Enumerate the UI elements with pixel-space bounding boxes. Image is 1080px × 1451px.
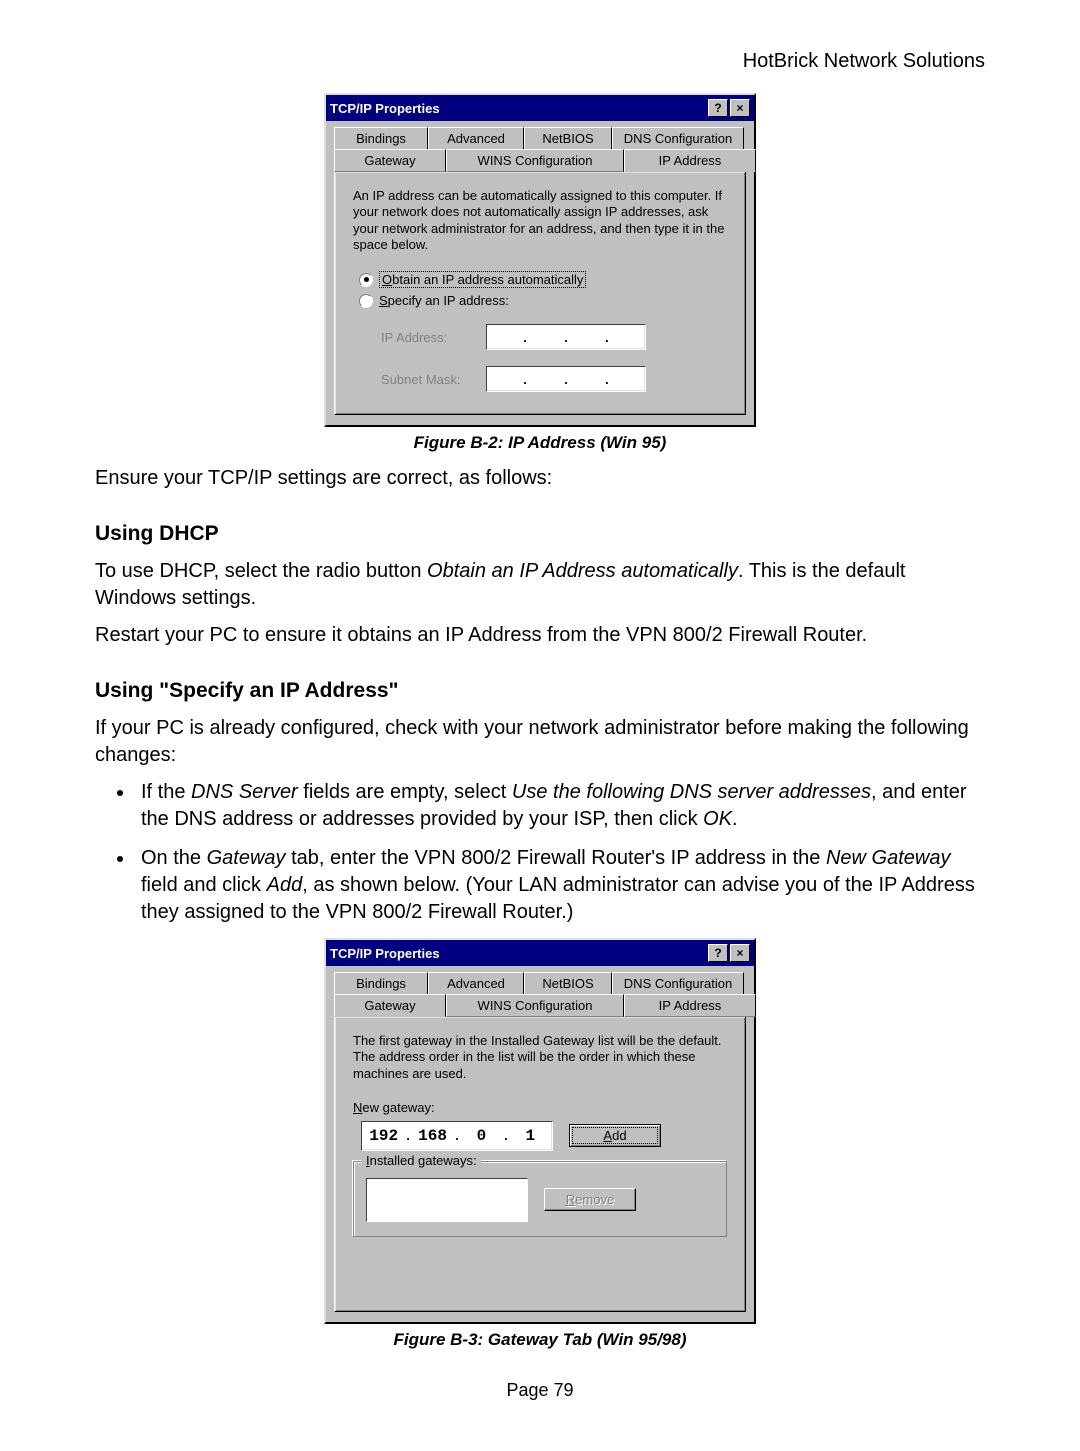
heading-dhcp: Using DHCP: [95, 522, 985, 546]
panel-description: The first gateway in the Installed Gatew…: [353, 1033, 727, 1082]
body-text: If your PC is already configured, check …: [95, 715, 985, 769]
installed-gateways-group: Installed gateways: Remove: [353, 1161, 727, 1237]
tab-advanced[interactable]: Advanced: [428, 127, 524, 150]
add-button[interactable]: Add: [569, 1124, 661, 1147]
close-icon[interactable]: ×: [730, 944, 750, 962]
tab-netbios[interactable]: NetBIOS: [524, 972, 612, 995]
figure-caption: Figure B-2: IP Address (Win 95): [95, 433, 985, 453]
list-item: If the DNS Server fields are empty, sele…: [135, 779, 985, 833]
titlebar: TCP/IP Properties ? ×: [326, 940, 754, 966]
tab-netbios[interactable]: NetBIOS: [524, 127, 612, 150]
tab-wins[interactable]: WINS Configuration: [446, 149, 624, 172]
radio-obtain-auto[interactable]: Obtain an IP address automatically: [359, 271, 727, 288]
tab-ipaddress[interactable]: IP Address: [624, 994, 756, 1017]
tab-panel: An IP address can be automatically assig…: [334, 171, 746, 415]
page-header: HotBrick Network Solutions: [95, 50, 985, 73]
dialog-tcpip-b3: TCP/IP Properties ? × Bindings Advanced …: [324, 938, 756, 1324]
window-title: TCP/IP Properties: [330, 101, 706, 116]
help-icon[interactable]: ?: [708, 99, 728, 117]
ip-address-field[interactable]: .. .. .. .: [486, 324, 646, 350]
titlebar: TCP/IP Properties ? ×: [326, 95, 754, 121]
tab-ipaddress[interactable]: IP Address: [624, 149, 756, 172]
tab-dns[interactable]: DNS Configuration: [612, 127, 744, 150]
ip-address-label: IP Address:: [381, 330, 486, 345]
radio-label: Obtain an IP address automatically: [379, 271, 586, 288]
subnet-mask-field[interactable]: .. .. .. .: [486, 366, 646, 392]
body-text: Ensure your TCP/IP settings are correct,…: [95, 465, 985, 492]
help-icon[interactable]: ?: [708, 944, 728, 962]
panel-description: An IP address can be automatically assig…: [353, 188, 727, 253]
figure-caption: Figure B-3: Gateway Tab (Win 95/98): [95, 1330, 985, 1350]
new-gateway-label: New gateway:: [353, 1100, 727, 1115]
list-item: On the Gateway tab, enter the VPN 800/2 …: [135, 845, 985, 926]
tab-wins[interactable]: WINS Configuration: [446, 994, 624, 1017]
remove-button[interactable]: Remove: [544, 1188, 636, 1211]
installed-gateways-label: Installed gateways:: [362, 1153, 481, 1168]
tab-gateway[interactable]: Gateway: [334, 994, 446, 1017]
tab-bindings[interactable]: Bindings: [334, 127, 428, 150]
radio-specify-ip[interactable]: Specify an IP address:: [359, 293, 727, 308]
tab-gateway[interactable]: Gateway: [334, 149, 446, 172]
radio-label: Specify an IP address:: [379, 293, 509, 308]
installed-gateways-list[interactable]: [366, 1178, 528, 1222]
body-text: Restart your PC to ensure it obtains an …: [95, 622, 985, 649]
tab-bindings[interactable]: Bindings: [334, 972, 428, 995]
new-gateway-field[interactable]: 192. 168. 0. 1: [361, 1121, 553, 1151]
page-number: Page 79: [95, 1380, 985, 1401]
tab-panel: The first gateway in the Installed Gatew…: [334, 1016, 746, 1312]
heading-specify: Using "Specify an IP Address": [95, 679, 985, 703]
radio-icon: [359, 294, 373, 308]
subnet-mask-label: Subnet Mask:: [381, 372, 486, 387]
dialog-tcpip-b2: TCP/IP Properties ? × Bindings Advanced …: [324, 93, 756, 427]
window-title: TCP/IP Properties: [330, 946, 706, 961]
close-icon[interactable]: ×: [730, 99, 750, 117]
bullet-list: If the DNS Server fields are empty, sele…: [95, 779, 985, 926]
tab-advanced[interactable]: Advanced: [428, 972, 524, 995]
body-text: To use DHCP, select the radio button Obt…: [95, 558, 985, 612]
radio-icon: [359, 273, 373, 287]
tab-dns[interactable]: DNS Configuration: [612, 972, 744, 995]
